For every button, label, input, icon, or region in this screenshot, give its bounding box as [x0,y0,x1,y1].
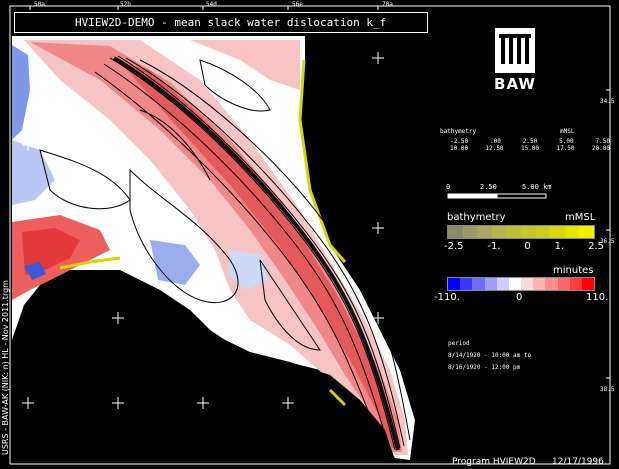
baw-logo-text: BAW [494,75,536,93]
bathymetry-legend-ticks: -2.5 -1. 0 1. 2.5 [444,241,604,252]
minutes-tick-max: 110. [586,292,609,303]
bathy-table-cell: -2.50 [450,138,469,145]
minutes-tick-zero: 0 [516,292,523,303]
bathy-table-row2: 10.00 12.50 15.00 17.50 20.00 [450,145,610,152]
colorbar-swatch [521,278,534,290]
colorbar-swatch [472,278,485,290]
top-axis-label-4: 56e [292,1,303,8]
baw-logo: BAW [490,28,540,94]
colorbar-swatch [535,226,551,238]
bathy-table-cell: 10.00 [450,145,469,152]
top-axis-label-3: 54d [206,1,217,8]
footer-program: Program HVIEW2D [452,457,536,467]
colorbar-swatch [581,278,595,290]
colorbar-swatch [550,226,565,238]
colorbar-swatch [579,226,594,238]
colorbar-swatch [496,278,509,290]
period-start: 8/14/1920 - 10:00 am to [448,352,532,359]
bathy-tick: 2.5 [588,241,604,252]
scale-bar [447,193,547,199]
bathy-table-cell: .00 [489,138,501,145]
top-axis-label-1: 50a [34,1,45,8]
minutes-tick-min: -110. [434,292,460,303]
bathy-tick: 1. [554,241,565,252]
scale-label-0: 0 [446,183,451,191]
top-axis-label-2: 52b [120,1,131,8]
bathy-table-cell: 5.00 [559,138,574,145]
colorbar-swatch [477,226,492,238]
bathy-tick: -1. [487,241,501,252]
colorbar-swatch [545,278,558,290]
footer-date: 12/17/1996 [552,457,604,467]
right-axis-label-1: 34.5 [600,98,615,105]
colorbar-swatch [533,278,546,290]
bathy-tick: -2.5 [444,241,464,252]
bathy-table-cell: 12.50 [485,145,504,152]
colorbar-swatch [564,226,580,238]
colorbar-swatch [448,226,463,238]
minutes-legend-title: minutes [553,265,594,276]
colorbar-swatch [462,226,478,238]
colorbar-swatch [448,278,461,290]
scale-label-mid: 2.50 [480,183,497,191]
bathymetry-legend-title: bathymetry [447,212,506,223]
bathy-table-cell: 2.50 [522,138,538,145]
bathy-table-cell: 15.00 [520,145,540,152]
period-label: period [448,340,470,347]
colorbar-swatch [569,278,582,290]
colorbar-swatch [460,278,473,290]
bathy-table-cell: 20.00 [591,145,610,152]
bathy-table-cell: 7.50 [595,138,610,145]
bathy-table-row1: -2.50 .00 2.50 5.00 7.50 [450,138,610,145]
colorbar-swatch [491,226,507,238]
bathymetry-colorbar [447,225,595,239]
left-vertical-caption: USRS - BAW-AK (NIK: n) HL - Nov 2011.trg… [1,280,10,455]
top-axis-label-5: 70a [382,1,393,8]
bathy-table-header-right: mMSL [560,128,575,135]
colorbar-swatch [506,226,521,238]
baw-logo-icon [495,28,535,73]
bathy-tick: 0 [524,241,531,252]
bathymetry-legend-unit: mMSL [565,212,596,223]
scale-label-end: 5.00 km [522,183,552,191]
period-end: 8/16/1920 - 12:00 pm [448,364,521,371]
colorbar-swatch [484,278,497,290]
colorbar-swatch [557,278,570,290]
colorbar-swatch [520,226,536,238]
minutes-colorbar [447,277,595,291]
right-axis-label-3: 38.5 [600,386,615,393]
bathy-table-header-left: bathymetry [440,128,477,135]
bathy-table-cell: 17.50 [556,145,575,152]
map-title: HVIEW2D-DEMO - mean slack water dislocat… [14,12,428,33]
colorbar-swatch [508,278,522,290]
